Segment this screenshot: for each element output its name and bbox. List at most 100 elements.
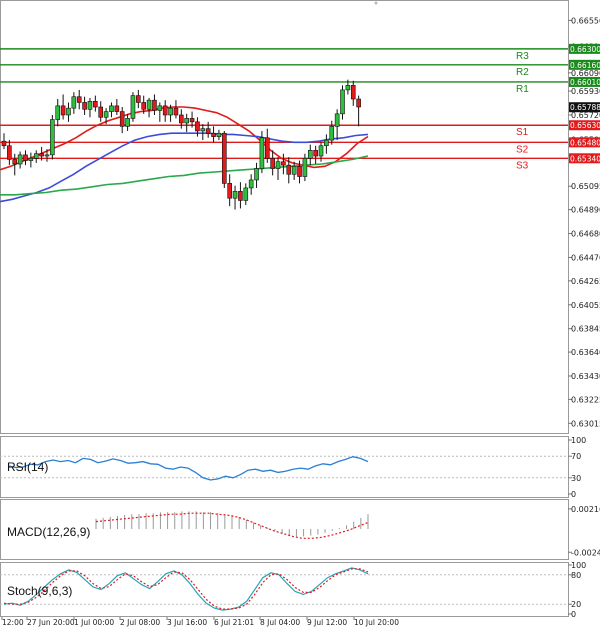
candle-body <box>259 137 265 169</box>
candle-body <box>82 102 87 110</box>
candle-body <box>248 179 254 189</box>
candle-body <box>216 132 222 137</box>
stoch-panel <box>0 562 569 617</box>
candle-body <box>227 183 232 199</box>
candle-body <box>60 105 66 116</box>
candle-body <box>238 191 243 201</box>
candle-body <box>33 153 39 159</box>
candle-body <box>243 187 249 201</box>
candle-body <box>232 191 238 199</box>
candle-body <box>275 161 281 169</box>
candle-body <box>184 118 189 124</box>
level-label-r3: R3 <box>516 51 529 62</box>
level-tag-s3: 0.65340 <box>570 154 600 163</box>
candle-body <box>340 89 345 115</box>
price-tick-label: 0.63430 <box>571 372 600 381</box>
time-axis: 12:00 27 Jun 20:00 1 Jul 00:00 2 Jul 08:00 3… <box>1 617 399 627</box>
candle-body <box>173 107 179 116</box>
candle-body <box>93 101 98 108</box>
candle-body <box>211 132 216 137</box>
price-tick-label: 0.65720 <box>571 111 600 120</box>
candle-body <box>146 99 152 110</box>
candle-body <box>44 154 50 157</box>
candle-body <box>87 101 93 110</box>
candle-body <box>76 96 82 103</box>
candle-body <box>152 99 157 111</box>
level-label-s2: S2 <box>516 144 529 155</box>
candle-body <box>66 107 71 116</box>
price-tick-label: 0.64265 <box>571 277 600 286</box>
candle-body <box>345 85 351 91</box>
candle-body <box>39 153 44 157</box>
candle-body <box>12 159 18 165</box>
candle-body <box>281 161 286 166</box>
indicator-tick-label: 80 <box>571 571 581 580</box>
candle-body <box>334 113 340 127</box>
time-tick-label: 8 Jul 04:00 <box>260 618 300 627</box>
candle-body <box>264 137 270 159</box>
price-tick-label: 0.65095 <box>571 182 600 191</box>
candle-body <box>98 106 104 118</box>
candle-body <box>221 132 227 184</box>
level-label-s1: S1 <box>516 127 529 138</box>
time-tick-label: 3 Jul 16:00 <box>167 618 207 627</box>
time-tick-label: 1 Jul 00:00 <box>74 618 114 627</box>
indicator-tick-label: 0 <box>571 490 576 499</box>
candle-body <box>200 128 206 132</box>
price-tick-label: 0.64470 <box>571 253 600 262</box>
candle-body <box>141 102 147 110</box>
indicator-tick-label: 30 <box>571 474 581 483</box>
indicator-tick-label: 20 <box>571 600 581 609</box>
candle-body <box>17 154 23 165</box>
candlesticks <box>1 79 361 210</box>
moving-average-line <box>0 155 369 196</box>
candle-body <box>50 119 55 156</box>
candle-body <box>168 107 173 116</box>
time-tick-label: 2 Jul 08:00 <box>120 618 160 627</box>
candle-body <box>125 118 130 127</box>
price-tick-label: 0.64055 <box>571 301 600 310</box>
candle-body <box>136 95 141 103</box>
price-tick-label: 0.63845 <box>571 325 600 334</box>
rsi-panel <box>0 436 569 498</box>
forex-chart: 0.665500.663200.660900.659300.657200.655… <box>0 0 600 627</box>
indicator-tick-label: 100 <box>571 436 586 445</box>
candle-body <box>130 95 136 119</box>
time-tick-label: 12:00 <box>2 618 24 627</box>
candle-body <box>324 139 329 147</box>
level-label-r1: R1 <box>516 84 529 95</box>
price-tick-label: 0.64890 <box>571 206 600 215</box>
rsi-label: RSI(14) <box>7 460 48 474</box>
rsi-line <box>7 456 369 481</box>
candle-body <box>71 96 77 109</box>
time-tick-label: 27 Jun 20:00 <box>27 618 75 627</box>
price-tick-label: 0.63640 <box>571 348 600 357</box>
stoch-label: Stoch(9,6,3) <box>7 584 72 598</box>
macd-label: MACD(12,26,9) <box>7 525 90 539</box>
candle-body <box>356 98 361 108</box>
candle-body <box>119 111 125 127</box>
moving-averages <box>0 106 369 203</box>
level-tag-r1: 0.66010 <box>570 78 600 87</box>
level-tag-r3: 0.66300 <box>570 45 600 54</box>
time-tick-label: 6 Jul 21:01 <box>214 618 254 627</box>
candle-body <box>114 105 120 112</box>
candle-body <box>195 121 200 132</box>
candle-body <box>55 105 61 120</box>
level-tag-s1: 0.65630 <box>570 121 600 130</box>
indicator-tick-label: 100 <box>571 561 586 570</box>
candle-body <box>179 114 184 124</box>
candle-body <box>297 165 302 177</box>
price-tick-label: 0.63015 <box>571 419 600 428</box>
indicator-tick-label: 0 <box>571 610 576 619</box>
price-tick-label: 0.65930 <box>571 87 600 96</box>
candle-body <box>109 105 114 112</box>
scroll-marker[interactable] <box>374 1 378 5</box>
candle-body <box>302 157 308 177</box>
level-label-s3: S3 <box>516 160 529 171</box>
time-tick-label: 9 Jul 12:00 <box>307 618 347 627</box>
candle-body <box>286 164 292 175</box>
level-tag-s2: 0.65480 <box>570 138 600 147</box>
price-tick-label: 0.64680 <box>571 230 600 239</box>
candle-body <box>270 157 275 169</box>
